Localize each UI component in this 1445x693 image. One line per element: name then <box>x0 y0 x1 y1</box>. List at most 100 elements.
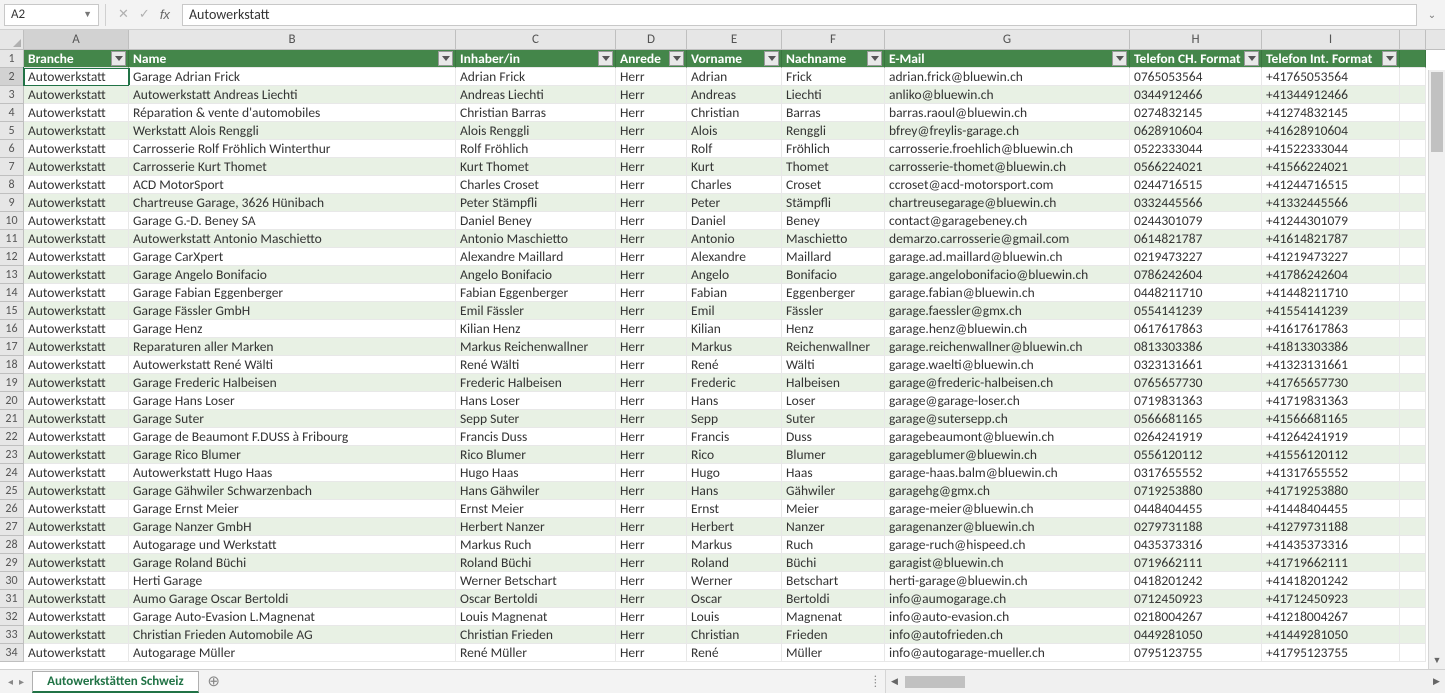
table-cell[interactable]: Rolf <box>687 140 782 158</box>
row-header[interactable]: 6 <box>0 140 24 158</box>
row-header[interactable]: 18 <box>0 356 24 374</box>
table-cell[interactable] <box>1400 392 1426 410</box>
table-cell[interactable]: Autowerkstatt <box>24 86 129 104</box>
table-cell[interactable]: +41813303386 <box>1262 338 1400 356</box>
row-header[interactable]: 33 <box>0 626 24 644</box>
table-cell[interactable]: René Müller <box>456 644 616 662</box>
table-cell[interactable]: +41719831363 <box>1262 392 1400 410</box>
row-header[interactable]: 30 <box>0 572 24 590</box>
table-cell[interactable]: Herr <box>616 302 687 320</box>
table-cell[interactable] <box>1400 176 1426 194</box>
column-header-E[interactable]: E <box>687 30 782 49</box>
table-cell[interactable]: carrosserie-thomet@bluewin.ch <box>885 158 1130 176</box>
table-cell[interactable]: Herr <box>616 284 687 302</box>
table-cell[interactable]: Henz <box>782 320 885 338</box>
table-cell[interactable]: Autowerkstatt René Wälti <box>129 356 456 374</box>
table-cell[interactable]: Autowerkstatt <box>24 338 129 356</box>
table-cell[interactable]: +41244716515 <box>1262 176 1400 194</box>
table-cell[interactable]: Garage G.-D. Beney SA <box>129 212 456 230</box>
table-cell[interactable]: 0795123755 <box>1130 644 1262 662</box>
table-cell[interactable]: 0274832145 <box>1130 104 1262 122</box>
table-cell[interactable]: Autowerkstatt <box>24 266 129 284</box>
table-cell[interactable]: +41795123755 <box>1262 644 1400 662</box>
table-cell[interactable]: Autowerkstatt <box>24 428 129 446</box>
table-cell[interactable]: Herr <box>616 374 687 392</box>
table-cell[interactable] <box>1400 608 1426 626</box>
table-cell[interactable]: Autowerkstatt <box>24 320 129 338</box>
table-cell[interactable]: Garage de Beaumont F.DUSS à Fribourg <box>129 428 456 446</box>
table-cell[interactable] <box>1400 248 1426 266</box>
table-cell[interactable]: Réparation & vente d'automobiles <box>129 104 456 122</box>
table-cell[interactable]: 0617617863 <box>1130 320 1262 338</box>
table-cell[interactable]: Suter <box>782 410 885 428</box>
table-cell[interactable]: +41617617863 <box>1262 320 1400 338</box>
table-cell[interactable]: garage.henz@bluewin.ch <box>885 320 1130 338</box>
table-cell[interactable]: info@autofrieden.ch <box>885 626 1130 644</box>
table-cell[interactable]: +41279731188 <box>1262 518 1400 536</box>
table-cell[interactable]: +41765657730 <box>1262 374 1400 392</box>
table-cell[interactable]: Autowerkstatt <box>24 176 129 194</box>
table-cell[interactable]: Garage Suter <box>129 410 456 428</box>
table-cell[interactable]: Autowerkstatt <box>24 626 129 644</box>
table-cell[interactable]: barras.raoul@bluewin.ch <box>885 104 1130 122</box>
cancel-icon[interactable]: ✕ <box>118 7 129 22</box>
table-cell[interactable]: Blumer <box>782 446 885 464</box>
row-header[interactable]: 5 <box>0 122 24 140</box>
table-cell[interactable]: Nanzer <box>782 518 885 536</box>
table-cell[interactable]: Ruch <box>782 536 885 554</box>
table-cell[interactable]: +41218004267 <box>1262 608 1400 626</box>
table-cell[interactable]: Autowerkstatt <box>24 518 129 536</box>
table-cell[interactable]: Herbert Nanzer <box>456 518 616 536</box>
table-cell[interactable]: Gähwiler <box>782 482 885 500</box>
table-cell[interactable]: info@auto-evasion.ch <box>885 608 1130 626</box>
add-sheet-button[interactable]: ⊕ <box>203 670 225 693</box>
table-cell[interactable]: garage-ruch@hispeed.ch <box>885 536 1130 554</box>
row-header[interactable]: 15 <box>0 302 24 320</box>
table-cell[interactable]: +41332445566 <box>1262 194 1400 212</box>
table-cell[interactable]: Herr <box>616 590 687 608</box>
row-header[interactable]: 31 <box>0 590 24 608</box>
table-cell[interactable]: Herr <box>616 572 687 590</box>
row-header[interactable]: 1 <box>0 50 24 68</box>
table-cell[interactable]: Beney <box>782 212 885 230</box>
table-cell[interactable]: +41244301079 <box>1262 212 1400 230</box>
table-cell[interactable] <box>1400 194 1426 212</box>
table-cell[interactable]: René Wälti <box>456 356 616 374</box>
table-cell[interactable]: +41448211710 <box>1262 284 1400 302</box>
table-cell[interactable]: Autowerkstatt <box>24 554 129 572</box>
column-header-D[interactable]: D <box>616 30 687 49</box>
table-cell[interactable]: Garage Fässler GmbH <box>129 302 456 320</box>
expand-formula-bar-icon[interactable]: ⌄ <box>1423 8 1441 21</box>
select-all-corner[interactable] <box>0 30 24 49</box>
table-cell[interactable] <box>1400 446 1426 464</box>
table-cell[interactable]: Markus <box>687 338 782 356</box>
table-cell[interactable]: Haas <box>782 464 885 482</box>
table-cell[interactable]: Herr <box>616 644 687 662</box>
table-cell[interactable]: Alois <box>687 122 782 140</box>
formula-input[interactable]: Autowerkstatt <box>182 4 1417 26</box>
table-cell[interactable]: Herr <box>616 104 687 122</box>
table-cell[interactable]: Autowerkstatt <box>24 500 129 518</box>
table-cell[interactable]: Büchi <box>782 554 885 572</box>
scrollbar-track[interactable] <box>903 675 1428 689</box>
table-cell[interactable]: 0566681165 <box>1130 410 1262 428</box>
row-header[interactable]: 24 <box>0 464 24 482</box>
table-cell[interactable]: Charles <box>687 176 782 194</box>
row-header[interactable]: 28 <box>0 536 24 554</box>
table-cell[interactable]: 0219473227 <box>1130 248 1262 266</box>
table-cell[interactable] <box>1400 554 1426 572</box>
table-cell[interactable]: Garage Rico Blumer <box>129 446 456 464</box>
tab-options-icon[interactable]: ⁞ <box>866 670 885 693</box>
table-cell[interactable]: Adrian Frick <box>456 68 616 86</box>
table-cell[interactable]: 0628910604 <box>1130 122 1262 140</box>
table-cell[interactable]: ccroset@acd-motorsport.com <box>885 176 1130 194</box>
row-header[interactable]: 32 <box>0 608 24 626</box>
table-cell[interactable]: Rolf Fröhlich <box>456 140 616 158</box>
table-cell[interactable]: 0556120112 <box>1130 446 1262 464</box>
table-cell[interactable]: Renggli <box>782 122 885 140</box>
table-cell[interactable]: demarzo.carrosserie@gmail.com <box>885 230 1130 248</box>
filter-dropdown-icon[interactable] <box>111 51 126 66</box>
table-cell[interactable] <box>1400 338 1426 356</box>
table-cell[interactable]: Herr <box>616 266 687 284</box>
table-cell[interactable]: Garage Adrian Frick <box>129 68 456 86</box>
